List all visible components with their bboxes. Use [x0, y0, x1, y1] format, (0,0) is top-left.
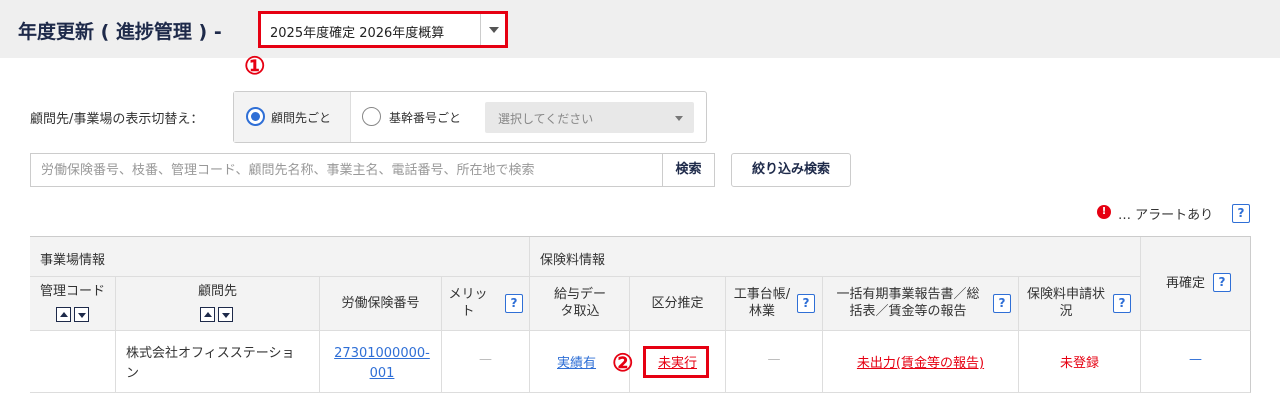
cell-insurance-no: 27301000000-001 [320, 331, 442, 393]
group-premium-info: 保険料情報 [530, 237, 1141, 277]
option-client[interactable]: 顧問先ごと [234, 92, 351, 142]
header-ledger-label: 工事台帳/林業 [733, 287, 791, 319]
ledger-value: — [767, 352, 781, 367]
group-site-info-label: 事業場情報 [40, 253, 106, 268]
display-switch: 顧問先ごと 基幹番号ごと 選択してください [233, 91, 707, 143]
header-report: 一括有期事業報告書／総括表／賃金等の報告 ? [823, 277, 1019, 331]
base-number-select-placeholder: 選択してください [498, 112, 594, 126]
sort-asc-icon[interactable] [200, 307, 215, 322]
header-insurance-no-label: 労働保険番号 [341, 296, 420, 311]
header-salary: 給与データ取込 [530, 277, 630, 331]
chevron-down-icon [675, 116, 683, 121]
annotation-marker-2: ② [612, 348, 634, 377]
header-application-label: 保険料申請状況 [1026, 287, 1105, 319]
sort-controls [200, 307, 233, 322]
year-select[interactable]: 2025年度確定 2026年度概算 [258, 11, 508, 48]
help-icon[interactable]: ? [797, 294, 815, 313]
page-title: 年度更新 ( 進捗管理 ) - [18, 21, 222, 43]
group-site-info: 事業場情報 [30, 237, 530, 277]
option-client-label: 顧問先ごと [271, 111, 332, 125]
application-status: 未登録 [1059, 356, 1099, 371]
header-merit: メリット ? [442, 277, 530, 331]
year-select-value: 2025年度確定 2026年度概算 [270, 26, 445, 41]
display-switch-label: 顧問先/事業場の表示切替え： [30, 112, 204, 127]
sort-desc-icon[interactable] [218, 307, 233, 322]
help-icon[interactable]: ? [1232, 204, 1250, 223]
cell-reconfirm: — [1141, 331, 1251, 393]
header-code: 管理コード [30, 277, 116, 331]
base-number-select[interactable]: 選択してください [485, 102, 694, 133]
merit-value: — [479, 352, 492, 367]
header-client: 顧問先 [116, 277, 320, 331]
sort-desc-icon[interactable] [74, 307, 89, 322]
help-icon[interactable]: ? [993, 294, 1011, 313]
header-insurance-no: 労働保険番号 [320, 277, 442, 331]
salary-link[interactable]: 実績有 [557, 352, 596, 371]
search-button[interactable]: 検索 [662, 153, 715, 187]
radio-client[interactable] [246, 107, 265, 126]
help-icon[interactable]: ? [1213, 273, 1231, 292]
cell-report: 未出力(賃金等の報告) [823, 331, 1019, 393]
header-category-label: 区分推定 [651, 296, 704, 311]
header-report-label: 一括有期事業報告書／総括表／賃金等の報告 [836, 287, 980, 319]
insurance-number-link[interactable]: 27301000000-001 [334, 344, 430, 384]
reconfirm-value[interactable]: — [1141, 352, 1250, 367]
annotation-marker-1: ① [244, 51, 266, 80]
radio-base-number[interactable] [362, 107, 381, 126]
help-icon[interactable]: ? [1113, 294, 1131, 313]
report-link[interactable]: 未出力(賃金等の報告) [823, 352, 1018, 371]
header-code-label: 管理コード [39, 284, 105, 299]
cell-ledger: — [726, 331, 823, 393]
header-application: 保険料申請状況 ? [1019, 277, 1141, 331]
cell-merit: — [442, 331, 530, 393]
client-name: 株式会社オフィスステーション [126, 346, 295, 381]
sort-controls [56, 307, 89, 322]
cell-code [30, 331, 116, 393]
chevron-down-icon [489, 27, 499, 33]
help-icon[interactable]: ? [505, 294, 523, 313]
header-client-label: 顧問先 [197, 284, 237, 299]
filter-search-button[interactable]: 絞り込み検索 [731, 153, 851, 187]
option-base-number-label[interactable]: 基幹番号ごと [389, 109, 461, 126]
header-reconfirm: 再確定 ? [1141, 237, 1251, 331]
search-input[interactable] [30, 153, 662, 187]
group-premium-info-label: 保険料情報 [540, 253, 606, 268]
header-ledger: 工事台帳/林業 ? [726, 277, 823, 331]
cell-client: 株式会社オフィスステーション [116, 331, 320, 393]
year-select-divider [480, 14, 481, 45]
header-salary-label: 給与データ取込 [553, 287, 606, 319]
progress-table: 事業場情報 保険料情報 再確定 ? 管理コード 顧問先 労働保険番号 メリット … [30, 236, 1251, 401]
cell-application: 未登録 [1019, 331, 1141, 393]
highlight-box [643, 346, 709, 378]
sort-asc-icon[interactable] [56, 307, 71, 322]
header-merit-label: メリット [448, 287, 488, 319]
alert-legend-text: … アラートあり [1118, 208, 1214, 223]
header-category: 区分推定 [630, 277, 726, 331]
alert-icon: ! [1097, 205, 1111, 219]
